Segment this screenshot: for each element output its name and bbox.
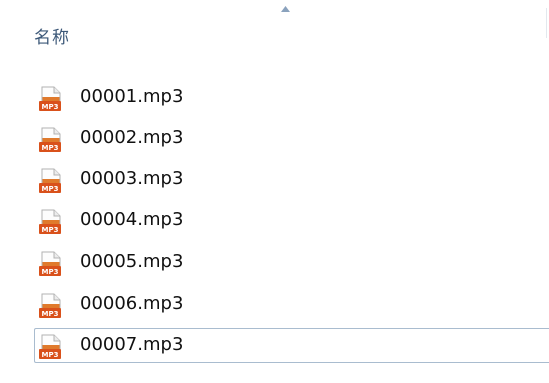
file-row-selected[interactable]: MP3 00007.mp3 bbox=[34, 328, 549, 363]
file-row[interactable]: MP3 00002.mp3 bbox=[34, 121, 549, 156]
mp3-badge-label: MP3 bbox=[42, 144, 59, 152]
mp3-file-icon: MP3 bbox=[39, 86, 61, 111]
mp3-file-icon: MP3 bbox=[39, 168, 61, 193]
file-row[interactable]: MP3 00004.mp3 bbox=[34, 203, 549, 238]
file-name: 00001.mp3 bbox=[80, 86, 184, 107]
file-row[interactable]: MP3 00003.mp3 bbox=[34, 162, 549, 197]
mp3-file-icon: MP3 bbox=[39, 209, 61, 234]
file-name: 00006.mp3 bbox=[80, 293, 184, 314]
mp3-badge-label: MP3 bbox=[42, 103, 59, 111]
mp3-file-icon: MP3 bbox=[39, 334, 61, 359]
mp3-badge-label: MP3 bbox=[42, 226, 59, 234]
mp3-badge-label: MP3 bbox=[42, 310, 59, 318]
mp3-badge-label: MP3 bbox=[42, 185, 59, 193]
file-row[interactable]: MP3 00006.mp3 bbox=[34, 287, 549, 322]
mp3-badge-label: MP3 bbox=[42, 351, 59, 359]
mp3-file-icon: MP3 bbox=[39, 293, 61, 318]
file-name: 00003.mp3 bbox=[80, 168, 184, 189]
file-name: 00007.mp3 bbox=[80, 334, 184, 355]
file-row[interactable]: MP3 00005.mp3 bbox=[34, 245, 549, 280]
mp3-file-icon: MP3 bbox=[39, 251, 61, 276]
file-name: 00002.mp3 bbox=[80, 127, 184, 148]
mp3-file-icon: MP3 bbox=[39, 127, 61, 152]
file-list: MP3 00001.mp3 MP3 00002.mp3 MP3 00003.mp3 MP3 0… bbox=[0, 0, 549, 383]
file-row[interactable]: MP3 00001.mp3 bbox=[34, 80, 549, 115]
file-name: 00005.mp3 bbox=[80, 251, 184, 272]
file-name: 00004.mp3 bbox=[80, 209, 184, 230]
file-explorer-view: 名称 MP3 00001.mp3 MP3 00002.mp3 MP3 00003.mp3 M… bbox=[0, 0, 549, 383]
mp3-badge-label: MP3 bbox=[42, 268, 59, 276]
